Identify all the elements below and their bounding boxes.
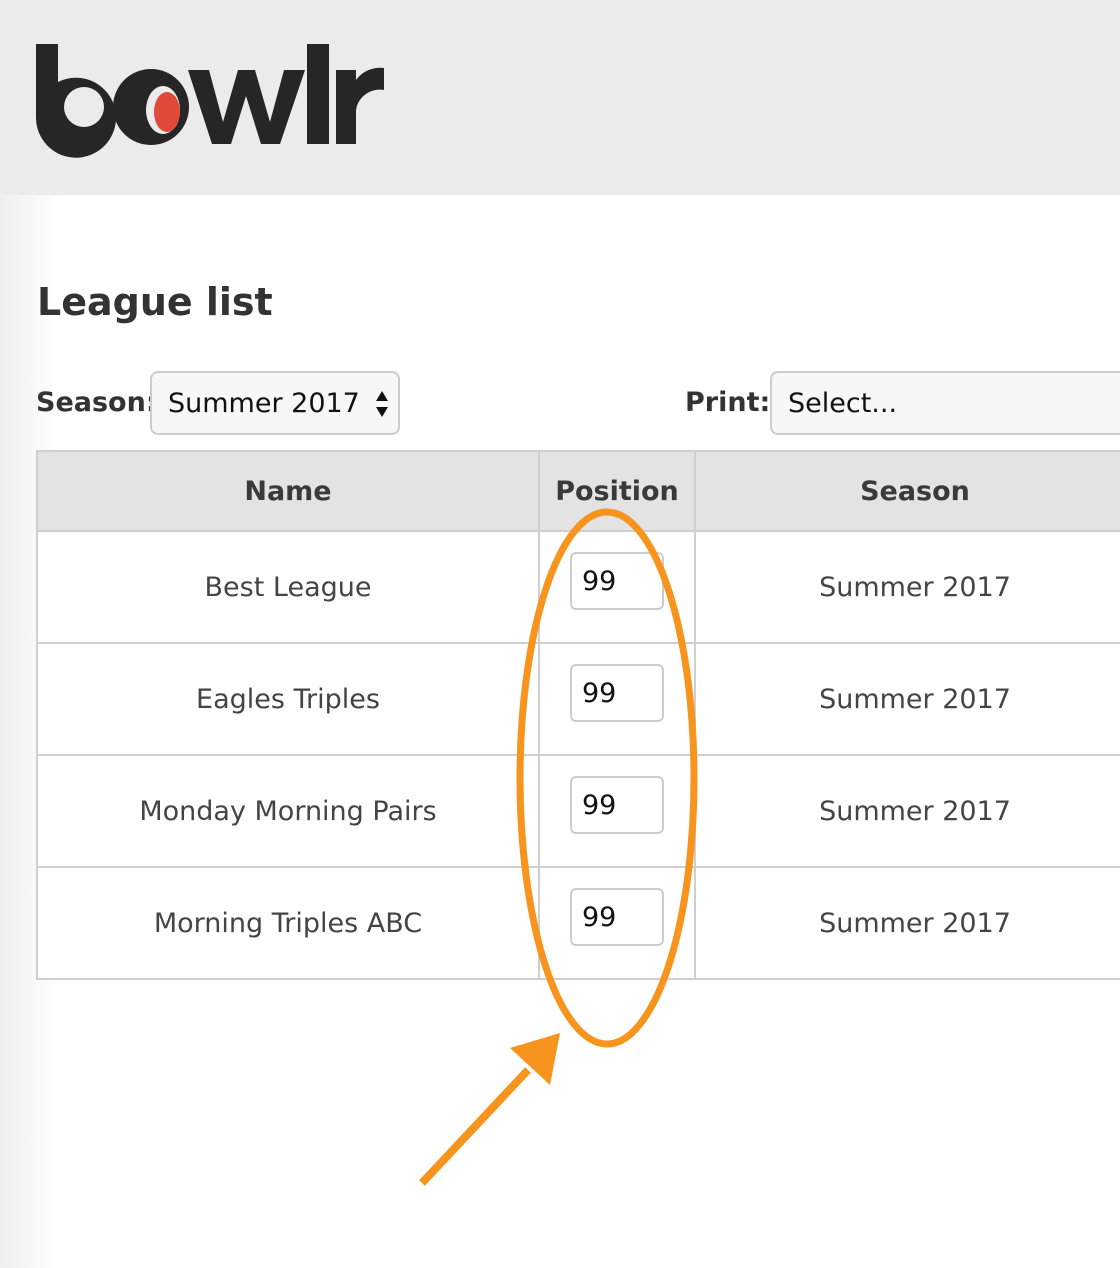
arrow-shaft — [419, 1067, 531, 1186]
league-table: Name Position Season Best League Summer … — [36, 450, 1120, 980]
league-name-cell[interactable]: Monday Morning Pairs — [36, 754, 540, 868]
table-header-row: Name Position Season — [36, 450, 1120, 532]
column-header-name[interactable]: Name — [36, 450, 540, 532]
select-updown-icon — [376, 391, 388, 417]
position-cell — [538, 642, 696, 756]
position-input[interactable] — [570, 664, 664, 722]
season-cell: Summer 2017 — [694, 530, 1120, 644]
table-row[interactable]: Morning Triples ABC Summer 2017 — [36, 866, 1120, 980]
position-input[interactable] — [570, 552, 664, 610]
column-header-position[interactable]: Position — [538, 450, 696, 532]
season-cell: Summer 2017 — [694, 866, 1120, 980]
bowlr-logo-image — [36, 44, 384, 158]
bowlr-logo[interactable] — [0, 0, 400, 195]
league-name-cell[interactable]: Best League — [36, 530, 540, 644]
table-row[interactable]: Eagles Triples Summer 2017 — [36, 642, 1120, 756]
table-row[interactable]: Best League Summer 2017 — [36, 530, 1120, 644]
page-title: League list — [37, 280, 273, 324]
league-name-cell[interactable]: Eagles Triples — [36, 642, 540, 756]
position-cell — [538, 754, 696, 868]
position-input[interactable] — [570, 776, 664, 834]
season-filter-label: Season: — [36, 387, 157, 418]
print-select[interactable]: Select... — [770, 371, 1120, 435]
season-select[interactable]: Summer 2017 — [150, 371, 400, 435]
season-select-value: Summer 2017 — [168, 388, 360, 419]
position-cell — [538, 866, 696, 980]
app-header — [0, 0, 1120, 195]
arrow-head — [510, 1033, 560, 1085]
position-input[interactable] — [570, 888, 664, 946]
print-select-value: Select... — [788, 388, 898, 419]
column-header-season[interactable]: Season — [694, 450, 1120, 532]
league-name-cell[interactable]: Morning Triples ABC — [36, 866, 540, 980]
season-cell: Summer 2017 — [694, 642, 1120, 756]
table-row[interactable]: Monday Morning Pairs Summer 2017 — [36, 754, 1120, 868]
season-cell: Summer 2017 — [694, 754, 1120, 868]
print-label: Print: — [685, 387, 771, 418]
position-cell — [538, 530, 696, 644]
